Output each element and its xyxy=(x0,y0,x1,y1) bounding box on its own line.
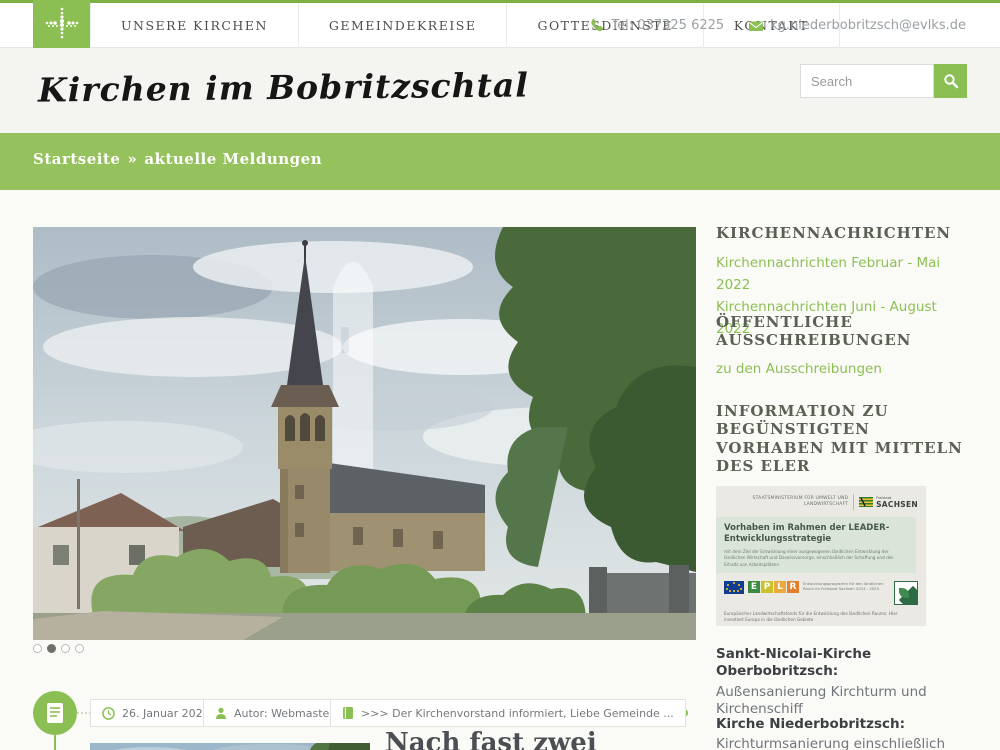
eplr-letter-r: R xyxy=(787,581,799,593)
slider-dot-1[interactable] xyxy=(33,644,42,653)
sidebar-heading-eler-information: INFORMATION ZU BEGÜNSTIGTEN VORHABEN MIT… xyxy=(716,402,966,475)
project-text: Kirchturmsanierung einschließlich Fenste… xyxy=(716,736,966,750)
phone-icon xyxy=(589,18,605,34)
leader-strategy-band: Vorhaben im Rahmen der LEADER-Entwicklun… xyxy=(716,517,916,573)
state-small-label: Freistaat xyxy=(876,496,891,500)
mail-icon xyxy=(748,18,764,34)
project-text: Außensanierung Kirchturm und Kirchenschi… xyxy=(716,684,966,719)
program-text: Entwicklungsprogramm für den ländlichen … xyxy=(803,581,888,592)
eu-flag-icon xyxy=(724,581,744,594)
eplr-logo: E P L R xyxy=(748,581,799,593)
banner-logos-row: E P L R Entwicklungsprogramm für den län… xyxy=(724,581,918,605)
article-date: 26. Januar 2022 xyxy=(122,707,210,720)
eplr-letter-e: E xyxy=(748,581,760,593)
timeline-stem xyxy=(54,735,56,750)
site-title[interactable]: Kirchen im Bobritzschtal xyxy=(38,65,529,109)
project-niederbobritzsch: Kirche Niederbobritzsch: Kirchturmsanier… xyxy=(716,716,966,750)
article-date-chip: 26. Januar 2022 xyxy=(90,699,222,727)
eler-funding-banner: STAATSMINISTERIUM FÜR UMWELT UND LANDWIR… xyxy=(716,486,926,626)
eplr-letter-p: P xyxy=(761,581,773,593)
article-category-chip[interactable]: >>> Der Kirchenvorstand informiert, Lieb… xyxy=(330,699,686,727)
book-icon xyxy=(342,706,354,720)
slider-dot-4[interactable] xyxy=(75,644,84,653)
project-title: Kirche Niederbobritzsch: xyxy=(716,716,966,733)
contact-info: Tel: 037325 6225 kg.niederbobritzsch@evl… xyxy=(571,3,966,48)
article-category: >>> Der Kirchenvorstand informiert, Lieb… xyxy=(361,707,674,720)
banner-header: STAATSMINISTERIUM FÜR UMWELT UND LANDWIR… xyxy=(724,494,918,510)
sidebar-heading-ausschreibungen: ÖFFENTLICHE AUSSCHREIBUNGEN xyxy=(716,313,936,350)
ministry-text: STAATSMINISTERIUM FÜR UMWELT UND LANDWIR… xyxy=(724,496,848,508)
menu-item-gemeindekreise[interactable]: GEMEINDEKREISE xyxy=(298,3,508,48)
slider-pagination-dots xyxy=(33,644,84,653)
band-title: Vorhaben im Rahmen der LEADER-Entwicklun… xyxy=(724,523,908,546)
search-icon xyxy=(943,73,959,89)
next-article-headline[interactable]: Nach fast zwei Jahren ... xyxy=(385,729,695,750)
leader-logo xyxy=(894,581,918,605)
church-photo-illustration xyxy=(33,227,696,640)
breadcrumb-separator: » xyxy=(127,150,137,168)
sidebar-heading-kirchennachrichten: KIRCHENNACHRICHTEN xyxy=(716,224,966,242)
link-zu-den-ausschreibungen[interactable]: zu den Ausschreibungen xyxy=(716,359,966,381)
link-kirchennachrichten-feb-mai[interactable]: Kirchennachrichten Februar - Mai 2022 xyxy=(716,253,966,297)
clock-icon xyxy=(102,707,115,720)
slider-image-church[interactable] xyxy=(33,227,696,640)
project-title: Sankt-Nicolai-Kirche Oberbobritzsch: xyxy=(716,646,966,681)
eplr-letter-l: L xyxy=(774,581,786,593)
banner-divider xyxy=(853,494,854,510)
phone-number[interactable]: Tel: 037325 6225 xyxy=(611,18,724,33)
project-oberbobritzsch: Sankt-Nicolai-Kirche Oberbobritzsch: Auß… xyxy=(716,646,966,718)
ausschreibungen-links: zu den Ausschreibungen xyxy=(716,359,966,381)
menu-item-unsere-kirchen[interactable]: UNSERE KIRCHEN xyxy=(90,3,299,48)
breadcrumb-home-link[interactable]: Startseite xyxy=(33,150,120,168)
document-icon xyxy=(46,702,64,724)
search-input[interactable] xyxy=(800,64,934,98)
breadcrumb: Startseite » aktuelle Meldungen xyxy=(33,150,322,168)
article-type-badge xyxy=(33,691,77,735)
email-address[interactable]: kg.niederbobritzsch@evlks.de xyxy=(770,18,966,33)
user-icon xyxy=(215,707,227,720)
article-author: Autor: Webmaster xyxy=(234,707,334,720)
funding-text: Europäischer Landwirtschaftsfonds für di… xyxy=(724,611,918,624)
band-small-text: mit dem Ziel der Entwicklung einer ausge… xyxy=(724,549,908,568)
article-author-chip: Autor: Webmaster xyxy=(203,699,346,727)
search-button[interactable] xyxy=(934,64,967,98)
breadcrumb-current: aktuelle Meldungen xyxy=(144,150,322,168)
sachsen-logo: Freistaat SACHSEN xyxy=(859,496,918,509)
slider-dot-3[interactable] xyxy=(61,644,70,653)
article-thumbnail[interactable] xyxy=(90,743,370,750)
state-label: SACHSEN xyxy=(876,500,918,509)
site-logo[interactable] xyxy=(33,0,90,48)
slider-dot-2-active[interactable] xyxy=(47,644,56,653)
search-box xyxy=(800,64,967,98)
sachsen-crest-icon xyxy=(859,497,873,507)
